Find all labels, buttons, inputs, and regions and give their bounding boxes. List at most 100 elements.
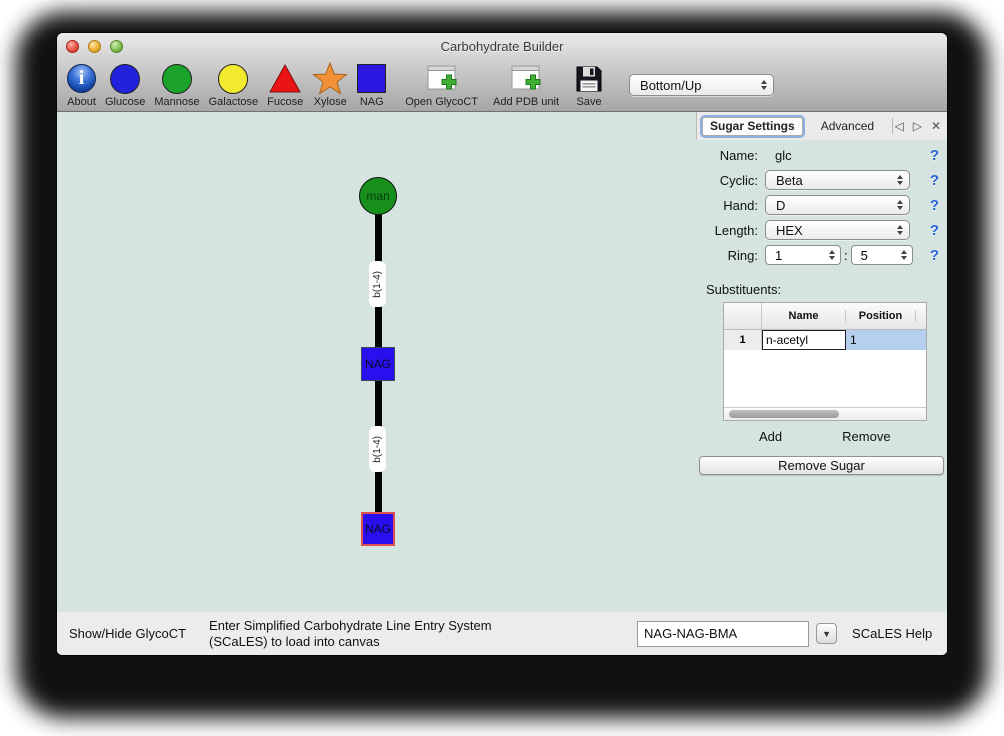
xylose-button[interactable]: Xylose bbox=[312, 62, 348, 108]
about-button[interactable]: i About bbox=[67, 62, 96, 108]
tool-label: About bbox=[67, 96, 96, 108]
name-value: glc bbox=[775, 148, 792, 163]
add-document-plus-icon bbox=[508, 64, 544, 94]
mannose-button[interactable]: Mannose bbox=[154, 62, 199, 108]
app-window: Carbohydrate Builder i About Glucose Man… bbox=[57, 33, 947, 655]
hand-field-row: Hand: D ? bbox=[696, 195, 939, 215]
name-column-header: Name bbox=[762, 310, 846, 322]
bottom-bar: Show/Hide GlycoCT Enter Simplified Carbo… bbox=[57, 612, 947, 655]
table-horizontal-scrollbar[interactable] bbox=[724, 407, 926, 420]
sugar-node-label: NAG bbox=[365, 357, 391, 371]
sugar-settings-panel: Sugar Settings Advanced ◁ ▷ ✕ Name: glc … bbox=[696, 112, 947, 612]
glucose-button[interactable]: Glucose bbox=[105, 62, 145, 108]
ring-separator: : bbox=[844, 248, 848, 263]
cyclic-select[interactable]: Beta bbox=[765, 170, 910, 190]
scales-history-dropdown-button[interactable]: ▼ bbox=[816, 623, 837, 644]
tab-advanced[interactable]: Advanced bbox=[813, 117, 882, 136]
remove-sugar-button[interactable]: Remove Sugar bbox=[699, 456, 944, 475]
cyclic-help-icon[interactable]: ? bbox=[930, 172, 939, 189]
tool-label: Save bbox=[576, 96, 601, 108]
length-label: Length: bbox=[696, 223, 758, 238]
show-hide-glycoct-button[interactable]: Show/Hide GlycoCT bbox=[69, 626, 186, 641]
green-circle-icon bbox=[162, 64, 192, 94]
sugar-node-man[interactable]: man bbox=[359, 177, 397, 215]
ring-help-icon[interactable]: ? bbox=[930, 247, 939, 264]
name-field-row: Name: glc ? bbox=[696, 145, 939, 165]
save-floppy-icon bbox=[574, 64, 604, 94]
cyclic-field-row: Cyclic: Beta ? bbox=[696, 170, 939, 190]
popup-stepper-icon bbox=[761, 80, 767, 90]
remove-substituent-button[interactable]: Remove bbox=[842, 429, 890, 444]
table-empty-area bbox=[724, 350, 926, 407]
substituents-table-header: Name Position bbox=[724, 303, 926, 330]
substituent-position-cell[interactable]: 1 bbox=[846, 330, 926, 350]
scales-help-link[interactable]: SCaLES Help bbox=[852, 626, 932, 641]
add-substituent-button[interactable]: Add bbox=[759, 429, 782, 444]
nag-button[interactable]: NAG bbox=[357, 62, 386, 108]
galactose-button[interactable]: Galactose bbox=[209, 62, 259, 108]
tool-label: NAG bbox=[360, 96, 384, 108]
sugar-node-nag-1[interactable]: NAG bbox=[361, 347, 395, 381]
name-label: Name: bbox=[696, 148, 758, 163]
tab-sugar-settings[interactable]: Sugar Settings bbox=[702, 117, 803, 136]
fucose-button[interactable]: Fucose bbox=[267, 62, 303, 108]
tab-divider bbox=[892, 118, 893, 134]
tab-next-icon[interactable]: ▷ bbox=[913, 119, 922, 133]
glycan-canvas[interactable]: man b(1-4) NAG b(1-4) NAG bbox=[57, 112, 696, 612]
ring-start-stepper[interactable]: 1 bbox=[765, 245, 841, 265]
orientation-select[interactable]: Bottom/Up bbox=[629, 74, 774, 96]
ring-field-row: Ring: 1 : 5 ? bbox=[696, 245, 939, 265]
panel-tab-bar: Sugar Settings Advanced ◁ ▷ ✕ bbox=[696, 112, 947, 140]
add-pdb-unit-button[interactable]: Add PDB unit bbox=[493, 62, 559, 108]
orientation-select-value: Bottom/Up bbox=[640, 78, 753, 93]
substituent-name-cell[interactable]: n-acetyl bbox=[762, 330, 846, 350]
popup-stepper-icon bbox=[897, 225, 903, 235]
row-index-cell: 1 bbox=[724, 330, 762, 350]
table-row[interactable]: 1 n-acetyl 1 bbox=[724, 330, 926, 350]
bond-label-2[interactable]: b(1-4) bbox=[369, 426, 386, 472]
substituents-label: Substituents: bbox=[706, 282, 947, 297]
tool-label: Mannose bbox=[154, 96, 199, 108]
open-glycoct-button[interactable]: Open GlycoCT bbox=[405, 62, 478, 108]
panel-close-icon[interactable]: ✕ bbox=[931, 119, 941, 133]
cyclic-label: Cyclic: bbox=[696, 173, 758, 188]
save-button[interactable]: Save bbox=[574, 62, 604, 108]
tab-prev-icon[interactable]: ◁ bbox=[894, 119, 903, 133]
popup-stepper-icon bbox=[897, 200, 903, 210]
scales-description: Enter Simplified Carbohydrate Line Entry… bbox=[209, 618, 539, 650]
sugar-node-nag-2-selected[interactable]: NAG bbox=[361, 512, 395, 546]
dropdown-arrow-icon: ▼ bbox=[822, 629, 831, 639]
hand-select[interactable]: D bbox=[765, 195, 910, 215]
blue-square-icon bbox=[357, 64, 386, 93]
ring-end-stepper[interactable]: 5 bbox=[851, 245, 913, 265]
substituents-table: Name Position 1 n-acetyl 1 bbox=[723, 302, 927, 421]
position-column-header: Position bbox=[846, 310, 916, 322]
hand-help-icon[interactable]: ? bbox=[930, 197, 939, 214]
stepper-arrows-icon bbox=[901, 250, 907, 260]
hand-label: Hand: bbox=[696, 198, 758, 213]
name-help-icon[interactable]: ? bbox=[930, 147, 939, 164]
scrollbar-thumb[interactable] bbox=[729, 410, 839, 418]
sugar-node-label: NAG bbox=[365, 522, 391, 536]
length-field-row: Length: HEX ? bbox=[696, 220, 939, 240]
length-help-icon[interactable]: ? bbox=[930, 222, 939, 239]
red-triangle-icon bbox=[268, 63, 302, 94]
tool-label: Glucose bbox=[105, 96, 145, 108]
stepper-arrows-icon bbox=[829, 250, 835, 260]
ring-label: Ring: bbox=[696, 248, 758, 263]
bond-label-1[interactable]: b(1-4) bbox=[369, 261, 386, 307]
window-title: Carbohydrate Builder bbox=[57, 39, 947, 54]
tool-label: Xylose bbox=[314, 96, 347, 108]
title-bar[interactable]: Carbohydrate Builder bbox=[57, 33, 947, 59]
popup-stepper-icon bbox=[897, 175, 903, 185]
open-document-plus-icon bbox=[424, 64, 460, 94]
info-icon: i bbox=[67, 64, 96, 93]
length-select[interactable]: HEX bbox=[765, 220, 910, 240]
tool-label: Add PDB unit bbox=[493, 96, 559, 108]
blue-circle-icon bbox=[110, 64, 140, 94]
scales-input[interactable] bbox=[637, 621, 809, 647]
tool-label: Galactose bbox=[209, 96, 259, 108]
sugar-node-label: man bbox=[366, 189, 389, 203]
tool-label: Open GlycoCT bbox=[405, 96, 478, 108]
index-column-header bbox=[724, 303, 762, 329]
